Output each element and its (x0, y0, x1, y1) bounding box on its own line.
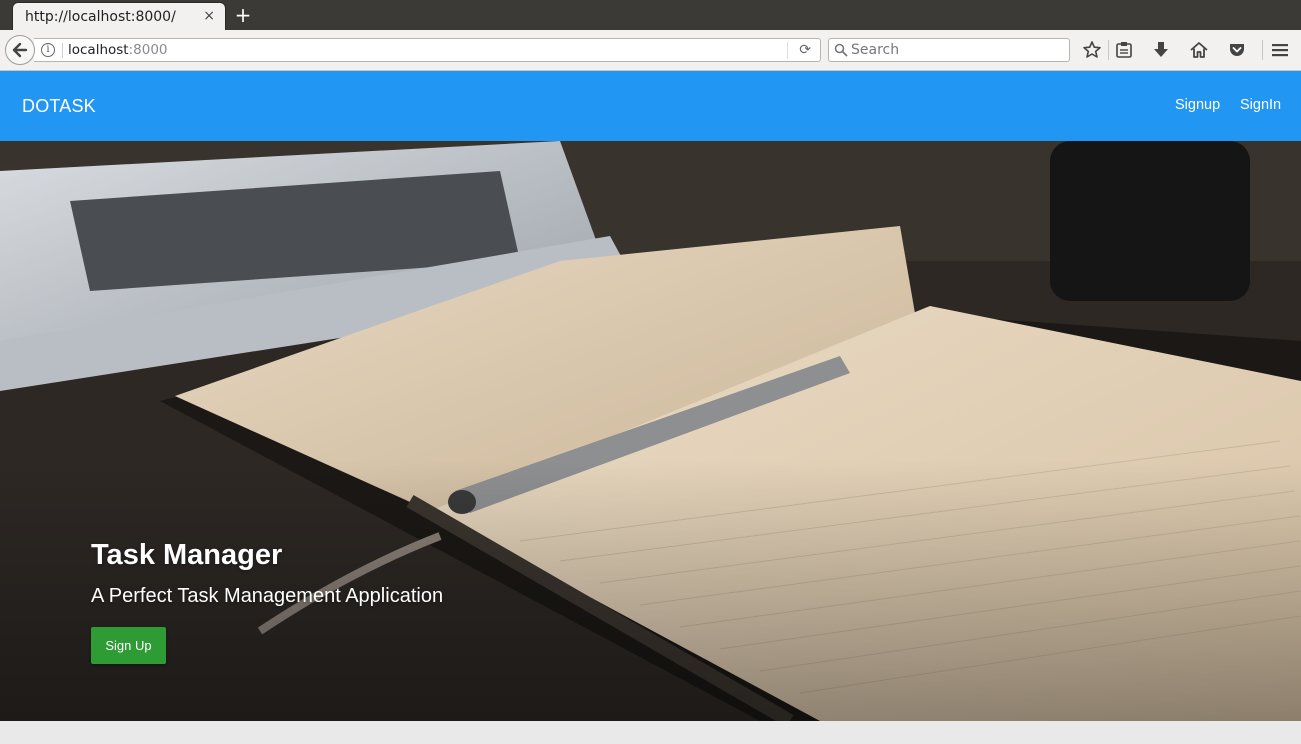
browser-tab[interactable]: http://localhost:8000/ × (12, 2, 226, 31)
url-bar[interactable]: i localhost:8000 ⟳ (34, 38, 821, 62)
bookmark-star-icon[interactable] (1082, 40, 1102, 60)
tab-title: http://localhost:8000/ (25, 9, 176, 25)
nav-signup-link[interactable]: Signup (1175, 97, 1220, 113)
hero-subtitle: A Perfect Task Management Application (91, 585, 444, 607)
nav-signin-link[interactable]: SignIn (1240, 97, 1281, 113)
url-port: :8000 (128, 42, 168, 58)
search-icon (834, 43, 848, 57)
site-info-icon[interactable]: i (41, 43, 55, 57)
page-footer-area (0, 721, 1301, 744)
search-bar[interactable] (828, 38, 1070, 62)
hero-background-image (0, 141, 1301, 721)
close-tab-icon[interactable]: × (203, 8, 215, 24)
browser-tab-bar: http://localhost:8000/ × + (0, 0, 1301, 31)
search-input[interactable] (851, 40, 1061, 60)
menu-icon[interactable] (1270, 40, 1290, 60)
back-button[interactable] (5, 35, 35, 65)
new-tab-button[interactable]: + (233, 4, 253, 26)
toolbar-divider (1262, 40, 1263, 60)
reload-divider (787, 42, 788, 59)
brand-logo[interactable]: DOTASK (22, 96, 96, 117)
hero-section: Task Manager A Perfect Task Management A… (0, 141, 1301, 721)
reload-icon[interactable]: ⟳ (799, 42, 811, 58)
pocket-icon[interactable] (1227, 40, 1247, 60)
home-icon[interactable] (1189, 40, 1209, 60)
hero-title: Task Manager (91, 539, 283, 571)
url-host: localhost (68, 42, 129, 58)
app-navbar: DOTASK Signup SignIn (0, 71, 1301, 141)
url-text[interactable]: localhost:8000 (68, 42, 168, 58)
toolbar-divider (1108, 40, 1109, 60)
back-arrow-icon (12, 42, 28, 58)
browser-toolbar: i localhost:8000 ⟳ (0, 30, 1301, 71)
bookmarks-list-icon[interactable] (1114, 40, 1134, 60)
download-icon[interactable] (1151, 40, 1171, 60)
hero-signup-button[interactable]: Sign Up (91, 627, 166, 664)
url-divider (62, 43, 63, 58)
